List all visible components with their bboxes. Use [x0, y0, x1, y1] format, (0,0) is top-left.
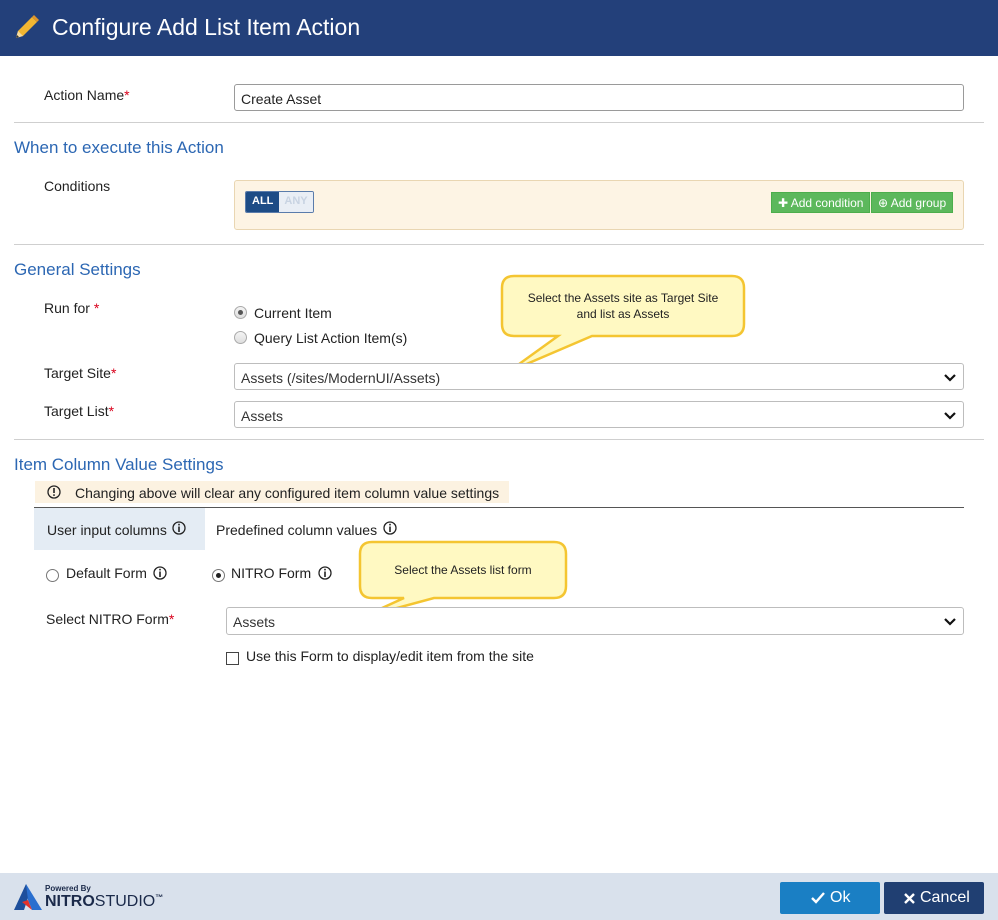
- item-section-heading: Item Column Value Settings: [14, 455, 224, 474]
- ok-button[interactable]: Ok: [780, 882, 880, 914]
- cancel-button[interactable]: Cancel: [884, 882, 984, 914]
- plus-circle-icon: ⊕: [878, 196, 889, 210]
- divider: [14, 439, 984, 440]
- nitro-logo-icon: [14, 884, 42, 910]
- callout-bubble: [500, 274, 746, 374]
- callout-text-target: Select the Assets site as Target Site an…: [527, 291, 719, 321]
- chevron-down-icon: [944, 618, 956, 626]
- callout-text-form: Select the Assets list form: [394, 563, 532, 577]
- toggle-all[interactable]: ALL: [246, 192, 280, 212]
- nitro-form-label: NITRO Form: [231, 565, 312, 581]
- warning-banner: Changing above will clear any configured…: [35, 481, 509, 503]
- run-for-query-list-label: Query List Action Item(s): [254, 330, 408, 346]
- nitro-form-radio[interactable]: [212, 569, 225, 582]
- run-for-current-item-label: Current Item: [254, 305, 332, 321]
- select-nitro-form-label: Select NITRO Form*: [46, 611, 175, 627]
- check-icon: [811, 892, 825, 904]
- warning-text: Changing above will clear any configured…: [75, 485, 500, 501]
- run-for-current-item-radio[interactable]: [234, 306, 247, 319]
- close-icon: [904, 893, 915, 904]
- all-any-toggle[interactable]: ALL ANY: [245, 191, 314, 213]
- chevron-down-icon: [944, 412, 956, 420]
- nitro-form-select[interactable]: Assets: [226, 607, 964, 635]
- run-for-label: Run for *: [44, 300, 100, 316]
- powered-by-text: Powered By: [45, 884, 91, 893]
- use-form-checkbox[interactable]: [226, 652, 239, 665]
- dialog-header: Configure Add List Item Action: [0, 0, 998, 56]
- run-for-query-list-radio[interactable]: [234, 331, 247, 344]
- dialog-title: Configure Add List Item Action: [52, 14, 361, 40]
- conditions-label: Conditions: [44, 178, 111, 194]
- toggle-any[interactable]: ANY: [279, 192, 313, 212]
- action-name-label: Action Name*: [44, 87, 130, 103]
- target-site-select[interactable]: Assets (/sites/ModernUI/Assets): [234, 363, 964, 390]
- target-list-select[interactable]: Assets: [234, 401, 964, 428]
- brand-logo-text: NITROSTUDIO™: [45, 893, 164, 910]
- action-name-input[interactable]: Create Asset: [234, 84, 964, 111]
- use-form-checkbox-label: Use this Form to display/edit item from …: [246, 648, 534, 664]
- warning-icon: [47, 485, 61, 499]
- conditions-panel: ALL ANY ✚ Add condition ⊕ Add group: [234, 180, 964, 230]
- target-site-label: Target Site*: [44, 365, 117, 381]
- pencil-icon: [16, 15, 39, 38]
- chevron-down-icon: [944, 374, 956, 382]
- when-section-heading: When to execute this Action: [14, 138, 224, 157]
- divider: [14, 122, 984, 123]
- info-icon[interactable]: [172, 521, 186, 535]
- default-form-label: Default Form: [66, 565, 147, 581]
- add-group-button[interactable]: ⊕ Add group: [871, 192, 954, 213]
- target-list-label: Target List*: [44, 403, 115, 419]
- info-icon[interactable]: [153, 566, 167, 580]
- info-icon[interactable]: [383, 521, 397, 535]
- add-condition-button[interactable]: ✚ Add condition: [771, 192, 871, 213]
- general-section-heading: General Settings: [14, 260, 141, 279]
- plus-icon: ✚: [778, 196, 789, 210]
- default-form-radio[interactable]: [46, 569, 59, 582]
- tab-user-input-columns[interactable]: User input columns: [34, 508, 205, 550]
- divider: [14, 244, 984, 245]
- info-icon[interactable]: [318, 566, 332, 580]
